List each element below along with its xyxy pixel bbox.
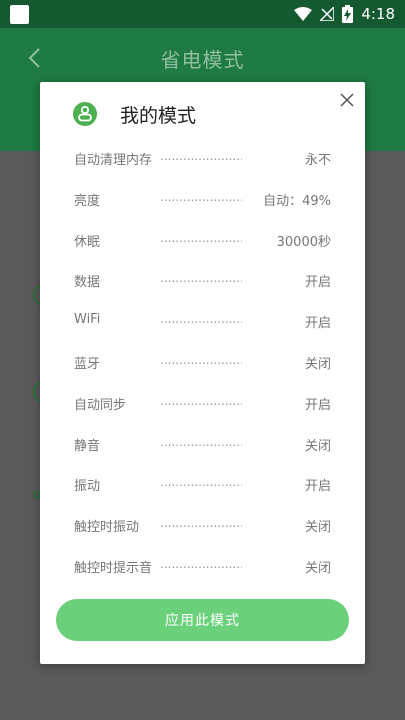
setting-value: 关闭	[304, 560, 331, 576]
setting-value: 关闭	[304, 356, 331, 372]
setting-row-data: 数据 ...................... 开启	[40, 259, 365, 300]
dot-leader: ......................	[160, 516, 242, 531]
dot-leader: ......................	[160, 230, 242, 245]
setting-label: 自动清理内存	[74, 153, 153, 168]
page-title: 省电模式	[160, 48, 245, 72]
setting-value: 开启	[304, 316, 331, 332]
setting-label: 触控时提示音	[74, 560, 153, 576]
notification-app-icon	[10, 5, 29, 24]
setting-value: 永不	[304, 153, 331, 168]
setting-value: 关闭	[304, 520, 331, 536]
setting-label: 休眠	[74, 234, 101, 250]
setting-row-auto-clean-memory: 自动清理内存 ...................... 永不	[40, 137, 365, 178]
setting-label: 蓝牙	[74, 356, 101, 372]
my-mode-dialog: 我的模式 自动清理内存 ...................... 永不 亮度…	[40, 82, 365, 664]
setting-row-wifi: WiFi ...................... 开启	[40, 300, 365, 341]
dialog-title: 我的模式	[120, 105, 197, 127]
battery-charging-icon	[342, 5, 354, 23]
setting-value: 开启	[304, 275, 331, 291]
dot-leader: ......................	[160, 149, 242, 163]
setting-label: 亮度	[74, 193, 101, 209]
dot-leader: ......................	[160, 556, 242, 571]
clock: 4:18	[361, 5, 395, 23]
setting-label: 自动同步	[74, 397, 127, 413]
setting-label: 触控时振动	[74, 520, 140, 536]
setting-value: 开启	[304, 397, 331, 413]
dot-leader: ......................	[160, 312, 242, 327]
status-bar: 4:18	[0, 0, 405, 28]
no-signal-icon	[320, 7, 335, 21]
wifi-icon	[294, 7, 313, 21]
setting-value: 开启	[304, 479, 331, 495]
close-icon[interactable]	[337, 90, 357, 110]
dot-leader: ......................	[160, 434, 242, 449]
apply-mode-button[interactable]: 应用此模式	[56, 599, 349, 641]
setting-row-touch-vibration: 触控时振动 ...................... 关闭	[40, 504, 365, 545]
dot-leader: ......................	[160, 352, 242, 367]
setting-row-sleep: 休眠 ...................... 30000秒	[40, 219, 365, 260]
dot-leader: ......................	[160, 271, 242, 286]
dot-leader: ......................	[160, 189, 242, 204]
setting-value: 30000秒	[276, 234, 331, 250]
setting-row-brightness: 亮度 ...................... 自动：49%	[40, 178, 365, 219]
setting-label: 静音	[74, 438, 101, 454]
setting-row-bluetooth: 蓝牙 ...................... 关闭	[40, 341, 365, 382]
setting-row-auto-sync: 自动同步 ...................... 开启	[40, 382, 365, 423]
setting-value: 自动：49%	[263, 193, 331, 209]
setting-label: 振动	[74, 479, 101, 495]
setting-row-silent: 静音 ...................... 关闭	[40, 423, 365, 464]
setting-row-touch-sound: 触控时提示音 ...................... 关闭	[40, 545, 365, 586]
setting-row-vibration: 振动 ...................... 开启	[40, 463, 365, 504]
dot-leader: ......................	[160, 475, 242, 490]
setting-label: WiFi	[74, 312, 101, 328]
setting-value: 关闭	[304, 438, 331, 454]
setting-label: 数据	[74, 275, 101, 291]
status-icons: 4:18	[294, 4, 395, 24]
dot-leader: ......................	[160, 393, 242, 408]
settings-list: 自动清理内存 ...................... 永不 亮度 ....…	[40, 137, 365, 586]
mode-icon	[73, 102, 97, 126]
